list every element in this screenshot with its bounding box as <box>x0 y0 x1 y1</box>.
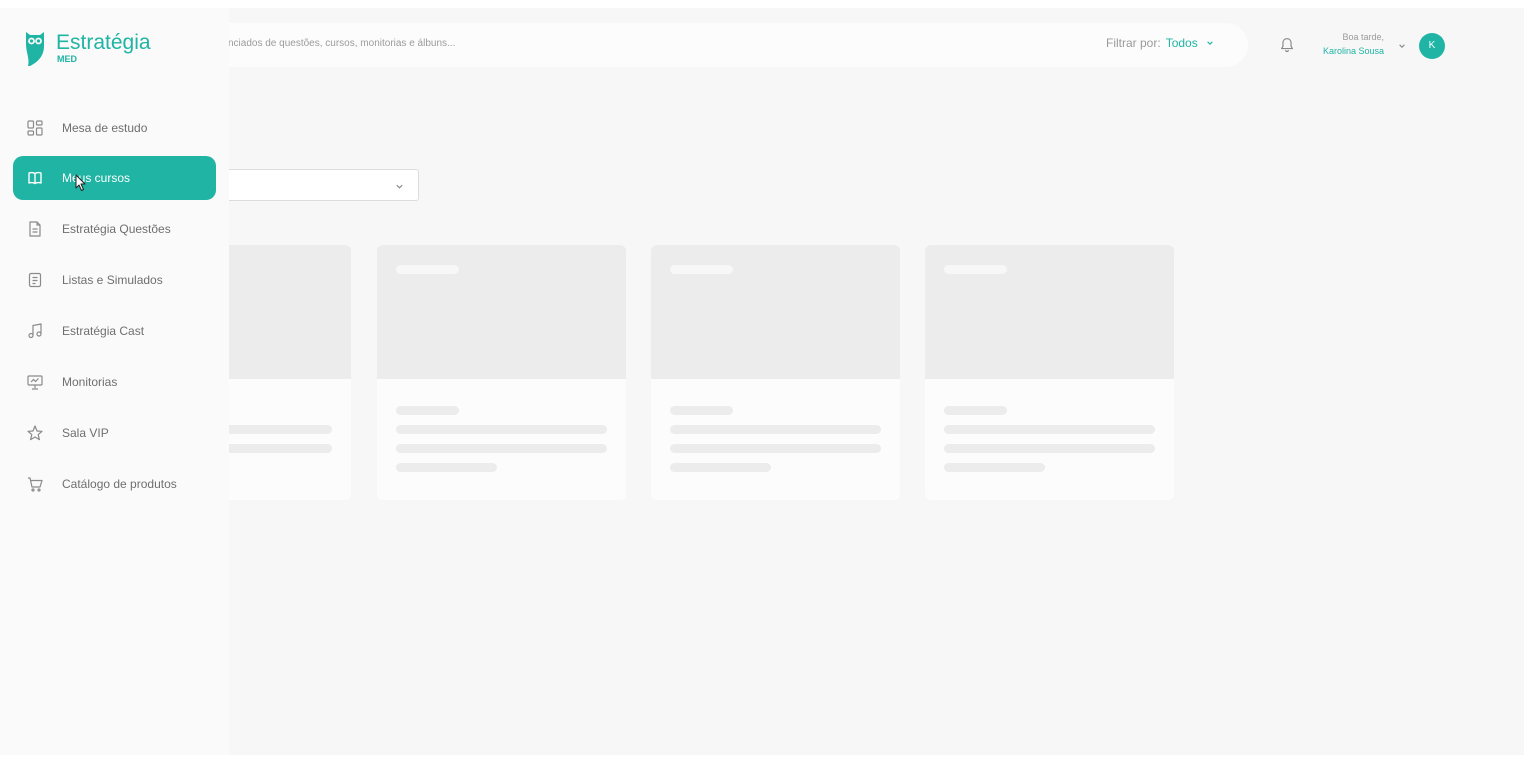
sidebar-item-monitorias[interactable]: Monitorias <box>13 360 216 404</box>
sidebar-item-sala-vip[interactable]: Sala VIP <box>13 411 216 455</box>
avatar[interactable]: K <box>1419 33 1445 59</box>
sidebar-item-label: Meus cursos <box>62 171 131 185</box>
text-placeholder <box>944 406 1007 415</box>
text-placeholder <box>396 425 607 434</box>
search-input[interactable]: nciados de questões, cursos, monitorias … <box>228 38 455 49</box>
chevron-down-icon <box>396 184 403 189</box>
sidebar-item-estrategia-questoes[interactable]: Estratégia Questões <box>13 207 216 251</box>
course-card-skeleton <box>651 245 900 500</box>
sidebar-item-estrategia-cast[interactable]: Estratégia Cast <box>13 309 216 353</box>
text-placeholder <box>670 444 881 453</box>
star-icon <box>27 425 43 441</box>
text-placeholder <box>944 444 1155 453</box>
text-placeholder <box>670 463 771 472</box>
text-placeholder <box>396 406 459 415</box>
music-icon <box>28 323 42 339</box>
mouse-cursor-icon <box>75 174 86 191</box>
brand-name: Estratégia <box>56 31 151 54</box>
course-card-skeleton <box>377 245 626 500</box>
sidebar-item-label: Mesa de estudo <box>62 121 148 135</box>
text-placeholder <box>396 463 497 472</box>
dashboard-icon <box>27 120 43 136</box>
filter-dropdown[interactable]: Filtrar por: Todos <box>1106 36 1214 50</box>
card-cover-placeholder <box>651 245 900 379</box>
course-card-skeleton <box>925 245 1174 500</box>
sidebar-item-mesa-de-estudo[interactable]: Mesa de estudo <box>13 106 216 150</box>
sidebar-item-listas-e-simulados[interactable]: Listas e Simulados <box>13 258 216 302</box>
sidebar-item-catalogo-de-produtos[interactable]: Catálogo de produtos <box>13 462 216 506</box>
chevron-down-icon[interactable] <box>1398 42 1406 50</box>
filter-value: Todos <box>1165 36 1198 50</box>
sidebar: Estratégia MED Mesa de estudo Meus curso… <box>0 8 229 755</box>
text-placeholder <box>670 406 733 415</box>
sidebar-item-label: Estratégia Questões <box>62 222 171 236</box>
sidebar-item-meus-cursos[interactable]: Meus cursos <box>13 156 216 200</box>
presentation-icon <box>27 375 43 390</box>
chevron-down-icon <box>1206 41 1213 45</box>
card-cover-placeholder <box>925 245 1174 379</box>
sidebar-item-label: Catálogo de produtos <box>62 477 177 491</box>
user-greeting: Boa tarde, Karolina Sousa <box>1300 30 1384 58</box>
book-icon <box>28 171 42 185</box>
brand-sub: MED <box>57 54 77 64</box>
filter-label: Filtrar por: <box>1106 36 1161 50</box>
card-tag-placeholder <box>670 265 733 274</box>
text-placeholder <box>670 425 881 434</box>
card-tag-placeholder <box>944 265 1007 274</box>
sidebar-item-label: Sala VIP <box>62 426 109 440</box>
sidebar-item-label: Listas e Simulados <box>62 273 163 287</box>
greeting-text: Boa tarde, <box>1342 32 1384 42</box>
bell-icon[interactable] <box>1278 36 1296 54</box>
search-bar[interactable]: nciados de questões, cursos, monitorias … <box>180 23 1248 67</box>
text-placeholder <box>944 463 1045 472</box>
sidebar-item-label: Estratégia Cast <box>62 324 145 338</box>
card-tag-placeholder <box>396 265 459 274</box>
text-placeholder <box>396 444 607 453</box>
text-placeholder <box>944 425 1155 434</box>
list-icon <box>28 272 42 288</box>
card-cover-placeholder <box>377 245 626 379</box>
user-name: Karolina Sousa <box>1322 46 1384 56</box>
cart-icon <box>28 477 43 492</box>
sidebar-item-label: Monitorias <box>62 375 118 389</box>
document-icon <box>29 221 41 237</box>
owl-logo-icon <box>26 32 44 66</box>
